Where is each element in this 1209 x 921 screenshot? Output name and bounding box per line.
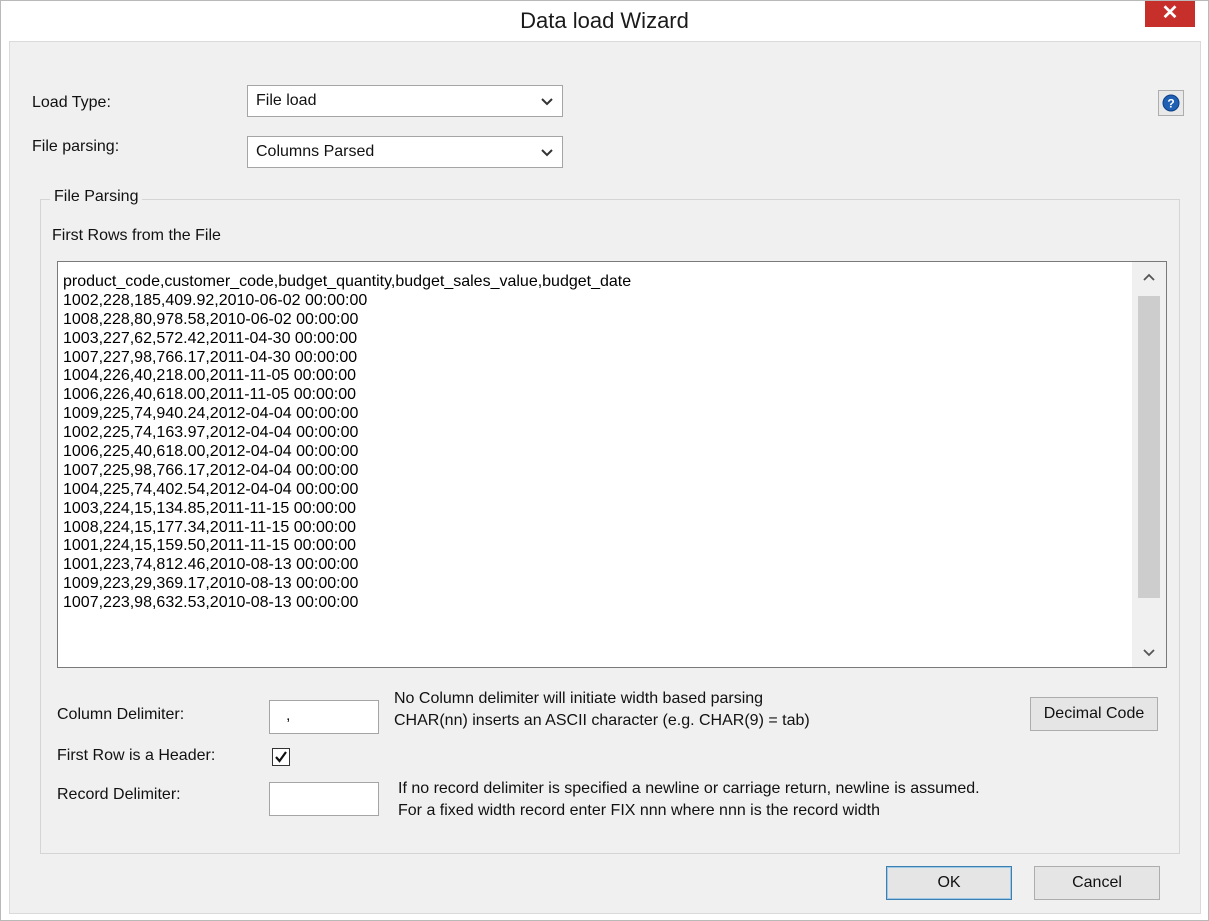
decimal-code-button[interactable]: Decimal Code [1030,697,1158,731]
first-row-header-checkbox[interactable] [272,748,290,766]
first-row-header-label: First Row is a Header: [57,747,216,764]
file-parsing-label: File parsing: [32,138,120,155]
record-delimiter-input[interactable] [269,782,379,816]
column-delimiter-hint-2: CHAR(nn) inserts an ASCII character (e.g… [394,712,810,729]
list-item: 1008,224,15,177.34,2011-11-15 00:00:00 [63,518,356,536]
record-delimiter-hint-2: For a fixed width record enter FIX nnn w… [398,802,881,819]
list-item: 1007,227,98,766.17,2011-04-30 00:00:00 [63,348,358,366]
file-preview-listbox[interactable]: product_code,customer_code,budget_quanti… [57,261,1167,668]
file-parsing-group-legend: File Parsing [50,188,143,206]
svg-text:?: ? [1167,97,1174,111]
file-parsing-value: Columns Parsed [256,143,375,160]
list-item: 1006,226,40,618.00,2011-11-05 00:00:00 [63,386,356,404]
list-item: 1007,225,98,766.17,2012-04-04 00:00:00 [63,461,359,479]
dialog-title: Data load Wizard [520,8,689,33]
close-icon: ✕ [1161,2,1179,24]
first-rows-label: First Rows from the File [52,227,221,244]
dialog-client-area: Load Type: File load File parsing: Colum… [9,41,1201,914]
record-delimiter-label: Record Delimiter: [57,786,181,803]
chevron-down-icon [541,149,553,157]
list-item: 1007,223,98,632.53,2010-08-13 00:00:00 [63,594,359,612]
dialog-window: Data load Wizard ✕ Load Type: File load … [0,0,1209,921]
title-bar[interactable]: Data load Wizard ✕ [1,1,1208,41]
help-button[interactable]: ? [1158,90,1184,116]
list-item: 1009,223,29,369.17,2010-08-13 00:00:00 [63,575,359,593]
list-item: 1001,223,74,812.46,2010-08-13 00:00:00 [63,556,359,574]
list-item: 1006,225,40,618.00,2012-04-04 00:00:00 [63,443,359,461]
scrollbar-thumb[interactable] [1138,296,1160,598]
checkmark-icon [275,751,287,763]
column-delimiter-value: , [286,707,291,724]
column-delimiter-hint-1: No Column delimiter will initiate width … [394,690,764,707]
file-parsing-select[interactable]: Columns Parsed [247,136,563,168]
help-icon: ? [1162,94,1180,112]
chevron-down-icon [541,98,553,106]
column-delimiter-input[interactable]: , [269,700,379,734]
list-item: 1002,228,185,409.92,2010-06-02 00:00:00 [63,291,368,309]
list-item: product_code,customer_code,budget_quanti… [63,273,632,290]
list-item: 1004,226,40,218.00,2011-11-05 00:00:00 [63,367,356,385]
list-item: 1004,225,74,402.54,2012-04-04 00:00:00 [63,480,359,498]
load-type-label: Load Type: [32,94,111,111]
vertical-scrollbar[interactable] [1132,262,1166,667]
cancel-button[interactable]: Cancel [1034,866,1160,900]
list-item: 1008,228,80,978.58,2010-06-02 00:00:00 [63,310,359,328]
list-item: 1003,227,62,572.42,2011-04-30 00:00:00 [63,329,358,347]
scroll-down-icon[interactable] [1132,642,1166,664]
scroll-up-icon[interactable] [1132,266,1166,288]
close-button[interactable]: ✕ [1145,1,1195,27]
list-item: 1002,225,74,163.97,2012-04-04 00:00:00 [63,424,359,442]
record-delimiter-hint-1: If no record delimiter is specified a ne… [398,780,980,797]
list-item: 1009,225,74,940.24,2012-04-04 00:00:00 [63,405,359,423]
column-delimiter-label: Column Delimiter: [57,706,185,723]
file-preview-rows: product_code,customer_code,budget_quanti… [63,273,1130,613]
list-item: 1003,224,15,134.85,2011-11-15 00:00:00 [63,499,356,517]
load-type-select[interactable]: File load [247,85,563,117]
load-type-value: File load [256,92,317,109]
ok-button[interactable]: OK [886,866,1012,900]
list-item: 1001,224,15,159.50,2011-11-15 00:00:00 [63,537,356,555]
